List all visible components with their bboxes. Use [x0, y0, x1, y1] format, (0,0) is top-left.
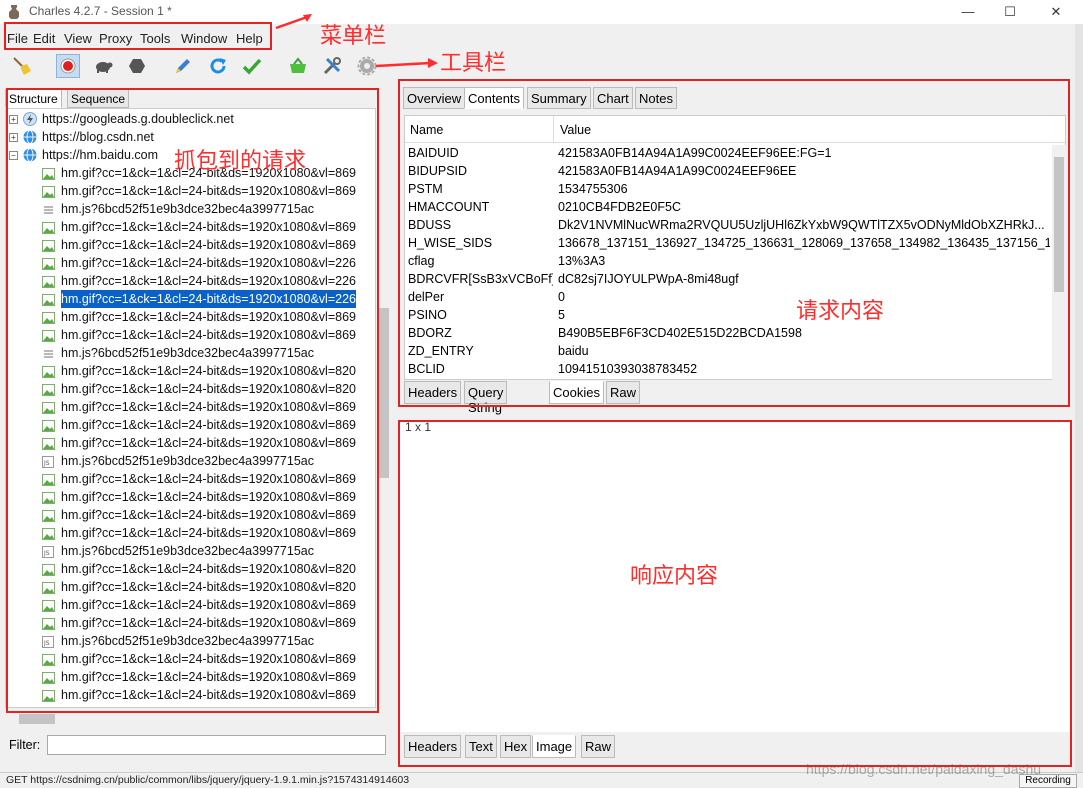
filter-label: Filter:: [9, 738, 41, 752]
annotation-menubar: 菜单栏: [320, 24, 387, 49]
check-icon[interactable]: [241, 55, 263, 77]
menubar-highlight-box: [4, 22, 272, 50]
scrollbar-thumb[interactable]: [19, 714, 55, 724]
toolbar-arrow-icon: [375, 58, 438, 68]
annotation-captured-requests: 抓包到的请求: [174, 149, 307, 174]
request-content-highlight-box: [398, 79, 1070, 407]
pen-icon[interactable]: [172, 55, 194, 77]
response-content-highlight-box: [398, 420, 1072, 767]
annotation-toolbar: 工具栏: [440, 51, 507, 76]
maximize-button[interactable]: ☐: [987, 0, 1033, 24]
throttle-turtle-icon[interactable]: [92, 55, 114, 77]
broom-icon[interactable]: [11, 55, 33, 77]
breakpoint-hexagon-icon[interactable]: [126, 55, 148, 77]
basket-icon[interactable]: [287, 55, 309, 77]
toolbar: [0, 52, 1075, 80]
window-edge: [1075, 24, 1083, 772]
minimize-button[interactable]: —: [945, 0, 991, 24]
status-text: GET https://csdnimg.cn/public/common/lib…: [6, 774, 410, 786]
scrollbar-thumb[interactable]: [379, 308, 389, 478]
record-icon[interactable]: [56, 54, 80, 78]
title-bar: Charles 4.2.7 - Session 1 * — ☐ ✕: [0, 0, 1083, 24]
requests-highlight-box: [6, 88, 379, 713]
menubar-arrow-icon: [275, 14, 312, 30]
annotation-request-content: 请求内容: [796, 299, 885, 324]
annotation-response-content: 响应内容: [630, 564, 719, 589]
refresh-icon[interactable]: [207, 55, 229, 77]
window-title: Charles 4.2.7 - Session 1 *: [29, 4, 172, 18]
tree-horizontal-scrollbar[interactable]: [5, 712, 376, 726]
charles-vase-icon: [8, 5, 20, 19]
tree-vertical-scrollbar[interactable]: [377, 108, 391, 708]
filter-input[interactable]: [47, 735, 386, 755]
tools-icon[interactable]: [321, 55, 343, 77]
close-button[interactable]: ✕: [1033, 0, 1079, 24]
